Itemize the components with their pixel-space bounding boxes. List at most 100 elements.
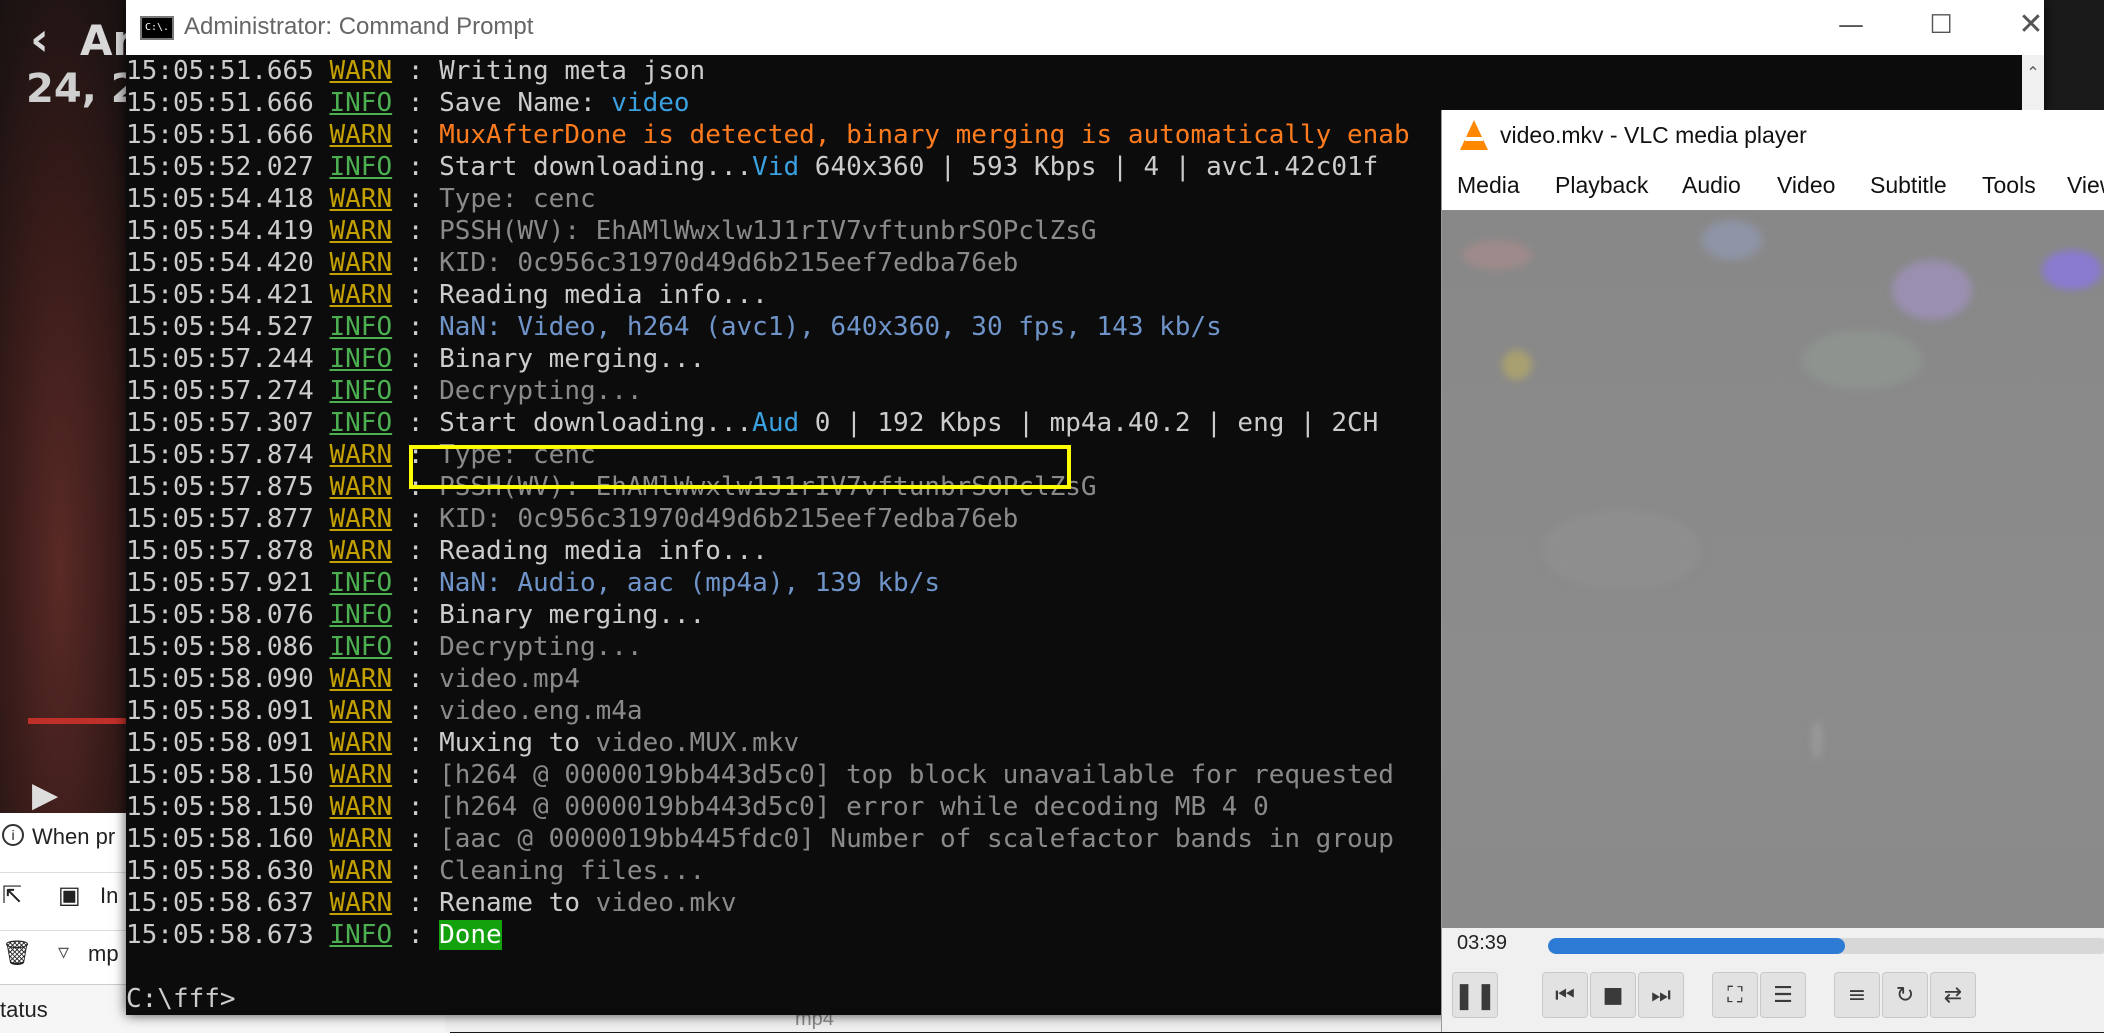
log-timestamp: 15:05:57.878 <box>126 536 314 566</box>
video-artifact <box>1802 330 1922 390</box>
log-timestamp: 15:05:54.420 <box>126 248 314 278</box>
vlc-controls: 03:39 ❚❚ ⏮ ■ ⏭ ⛶ ☰ ≡ ↻ ⇄ <box>1442 928 2104 1032</box>
log-message: [h264 @ 0000019bb443d5c0] error while de… <box>439 792 1269 822</box>
vlc-cone-stripe <box>1465 137 1483 141</box>
log-timestamp: 15:05:57.244 <box>126 344 314 374</box>
log-message: Type: cenc <box>439 184 596 214</box>
log-timestamp: 15:05:58.091 <box>126 728 314 758</box>
maximize-button[interactable]: ☐ <box>1896 0 1986 55</box>
log-message: Binary merging... <box>439 600 706 630</box>
log-message: Decrypting... <box>439 632 643 662</box>
log-message: 640x360 | 593 Kbps | 4 | avc1.42c01f <box>799 152 1379 182</box>
log-timestamp: 15:05:58.160 <box>126 824 314 854</box>
vlc-titlebar[interactable]: video.mkv - VLC media player <box>1442 110 2104 160</box>
log-message: Writing meta json <box>439 56 706 86</box>
log-message: video.eng.m4a <box>439 696 643 726</box>
play-icon[interactable]: ▶ <box>32 775 58 815</box>
vlc-cone-icon <box>1460 120 1488 150</box>
filter-icon[interactable]: ▿ <box>58 939 69 965</box>
vlc-window: video.mkv - VLC media player Media Playb… <box>1441 110 2104 1032</box>
log-level: WARN <box>329 792 393 822</box>
log-timestamp: 15:05:58.673 <box>126 920 314 950</box>
log-timestamp: 15:05:57.875 <box>126 472 314 502</box>
status-header-label: tatus <box>0 997 48 1022</box>
log-timestamp: 15:05:57.274 <box>126 376 314 406</box>
stop-button[interactable]: ■ <box>1590 972 1636 1018</box>
menu-media[interactable]: Media <box>1457 172 1520 199</box>
menu-tools[interactable]: Tools <box>1982 172 2036 199</box>
log-message: 0 | 192 Kbps | mp4a.40.2 | eng | 2CH <box>799 408 1379 438</box>
video-artifact <box>2042 250 2102 290</box>
menu-video[interactable]: Video <box>1777 172 1835 199</box>
log-level: WARN <box>329 696 393 726</box>
previous-button[interactable]: ⏮ <box>1542 972 1588 1018</box>
log-timestamp: 15:05:51.666 <box>126 120 314 150</box>
log-message: video <box>611 88 690 118</box>
log-message: Decrypting... <box>439 376 643 406</box>
info-icon: i <box>2 824 24 846</box>
log-message: video.MUX.mkv <box>595 728 800 758</box>
filter-input[interactable]: mp <box>88 941 119 967</box>
loop-button[interactable]: ↻ <box>1882 972 1928 1018</box>
info-text: When pr <box>32 824 116 849</box>
log-message: Binary merging... <box>439 344 706 374</box>
log-level: WARN <box>329 472 393 502</box>
log-level: WARN <box>329 664 393 694</box>
log-level: WARN <box>329 856 393 886</box>
log-message: NaN: Video, h264 (avc1), 640x360, 30 fps… <box>439 312 1222 342</box>
log-message: KID: 0c956c31970d49d6b215eef7edba76eb <box>439 504 1019 534</box>
video-artifact <box>1702 220 1762 260</box>
background-progress-bar[interactable] <box>28 718 128 724</box>
log-message: [h264 @ 0000019bb443d5c0] top block unav… <box>439 760 1394 790</box>
log-message: Start downloading... <box>439 152 753 182</box>
menu-playback[interactable]: Playback <box>1555 172 1648 199</box>
scroll-up-arrow-icon[interactable]: ⌃ <box>2022 63 2044 82</box>
log-message: NaN: Audio, aac (mp4a), 139 kb/s <box>439 568 940 598</box>
extended-settings-button[interactable]: ☰ <box>1760 972 1806 1018</box>
close-button[interactable]: ✕ <box>1986 0 2076 55</box>
log-level: INFO <box>329 88 393 118</box>
device-toolbar-icon[interactable]: ▣ <box>58 881 81 910</box>
select-element-icon[interactable]: ⇱ <box>2 881 22 910</box>
cmd-titlebar[interactable]: C:\. Administrator: Command Prompt — ☐ ✕ <box>126 0 2044 55</box>
video-display[interactable] <box>1442 210 2104 1030</box>
log-timestamp: 15:05:54.418 <box>126 184 314 214</box>
log-timestamp: 15:05:51.665 <box>126 56 314 86</box>
menu-view[interactable]: View <box>2067 172 2104 199</box>
playlist-button[interactable]: ≡ <box>1834 972 1880 1018</box>
log-level: WARN <box>329 536 393 566</box>
cmd-window-title: Administrator: Command Prompt <box>184 13 534 40</box>
log-level: WARN <box>329 216 393 246</box>
menu-audio[interactable]: Audio <box>1682 172 1741 199</box>
log-message: KID: 0c956c31970d49d6b215eef7edba76eb <box>439 248 1019 278</box>
menu-subtitle[interactable]: Subtitle <box>1870 172 1947 199</box>
vlc-menubar: Media Playback Audio Video Subtitle Tool… <box>1442 160 2104 210</box>
cmd-app-icon: C:\. <box>140 16 174 40</box>
log-message: Muxing to <box>439 728 596 758</box>
log-level: WARN <box>329 888 393 918</box>
log-level: WARN <box>329 440 393 470</box>
tool-label[interactable]: In <box>100 883 118 909</box>
minimize-button[interactable]: — <box>1806 0 1896 55</box>
log-message: Reading media info... <box>439 536 768 566</box>
log-timestamp: 15:05:57.874 <box>126 440 314 470</box>
seek-bar[interactable] <box>1548 938 2104 954</box>
log-message: PSSH(WV): EhAMlWwxlw1J1rIV7vftunbrSOPclZ… <box>439 216 1097 246</box>
log-level: WARN <box>329 56 393 86</box>
log-message: Rename to <box>439 888 596 918</box>
seek-bar-fill <box>1548 938 1845 954</box>
log-message: Cleaning files... <box>439 856 706 886</box>
log-level: INFO <box>329 152 393 182</box>
fullscreen-button[interactable]: ⛶ <box>1712 972 1758 1018</box>
trash-icon[interactable]: 🗑 <box>2 939 32 968</box>
log-timestamp: 15:05:58.150 <box>126 792 314 822</box>
pause-button[interactable]: ❚❚ <box>1452 972 1498 1018</box>
shuffle-button[interactable]: ⇄ <box>1930 972 1976 1018</box>
log-timestamp: 15:05:54.421 <box>126 280 314 310</box>
next-button[interactable]: ⏭ <box>1638 972 1684 1018</box>
highlight-box <box>409 445 1071 489</box>
video-artifact <box>1812 720 1822 760</box>
back-arrow-icon[interactable]: ‹ <box>30 12 49 66</box>
log-timestamp: 15:05:54.419 <box>126 216 314 246</box>
log-timestamp: 15:05:58.150 <box>126 760 314 790</box>
